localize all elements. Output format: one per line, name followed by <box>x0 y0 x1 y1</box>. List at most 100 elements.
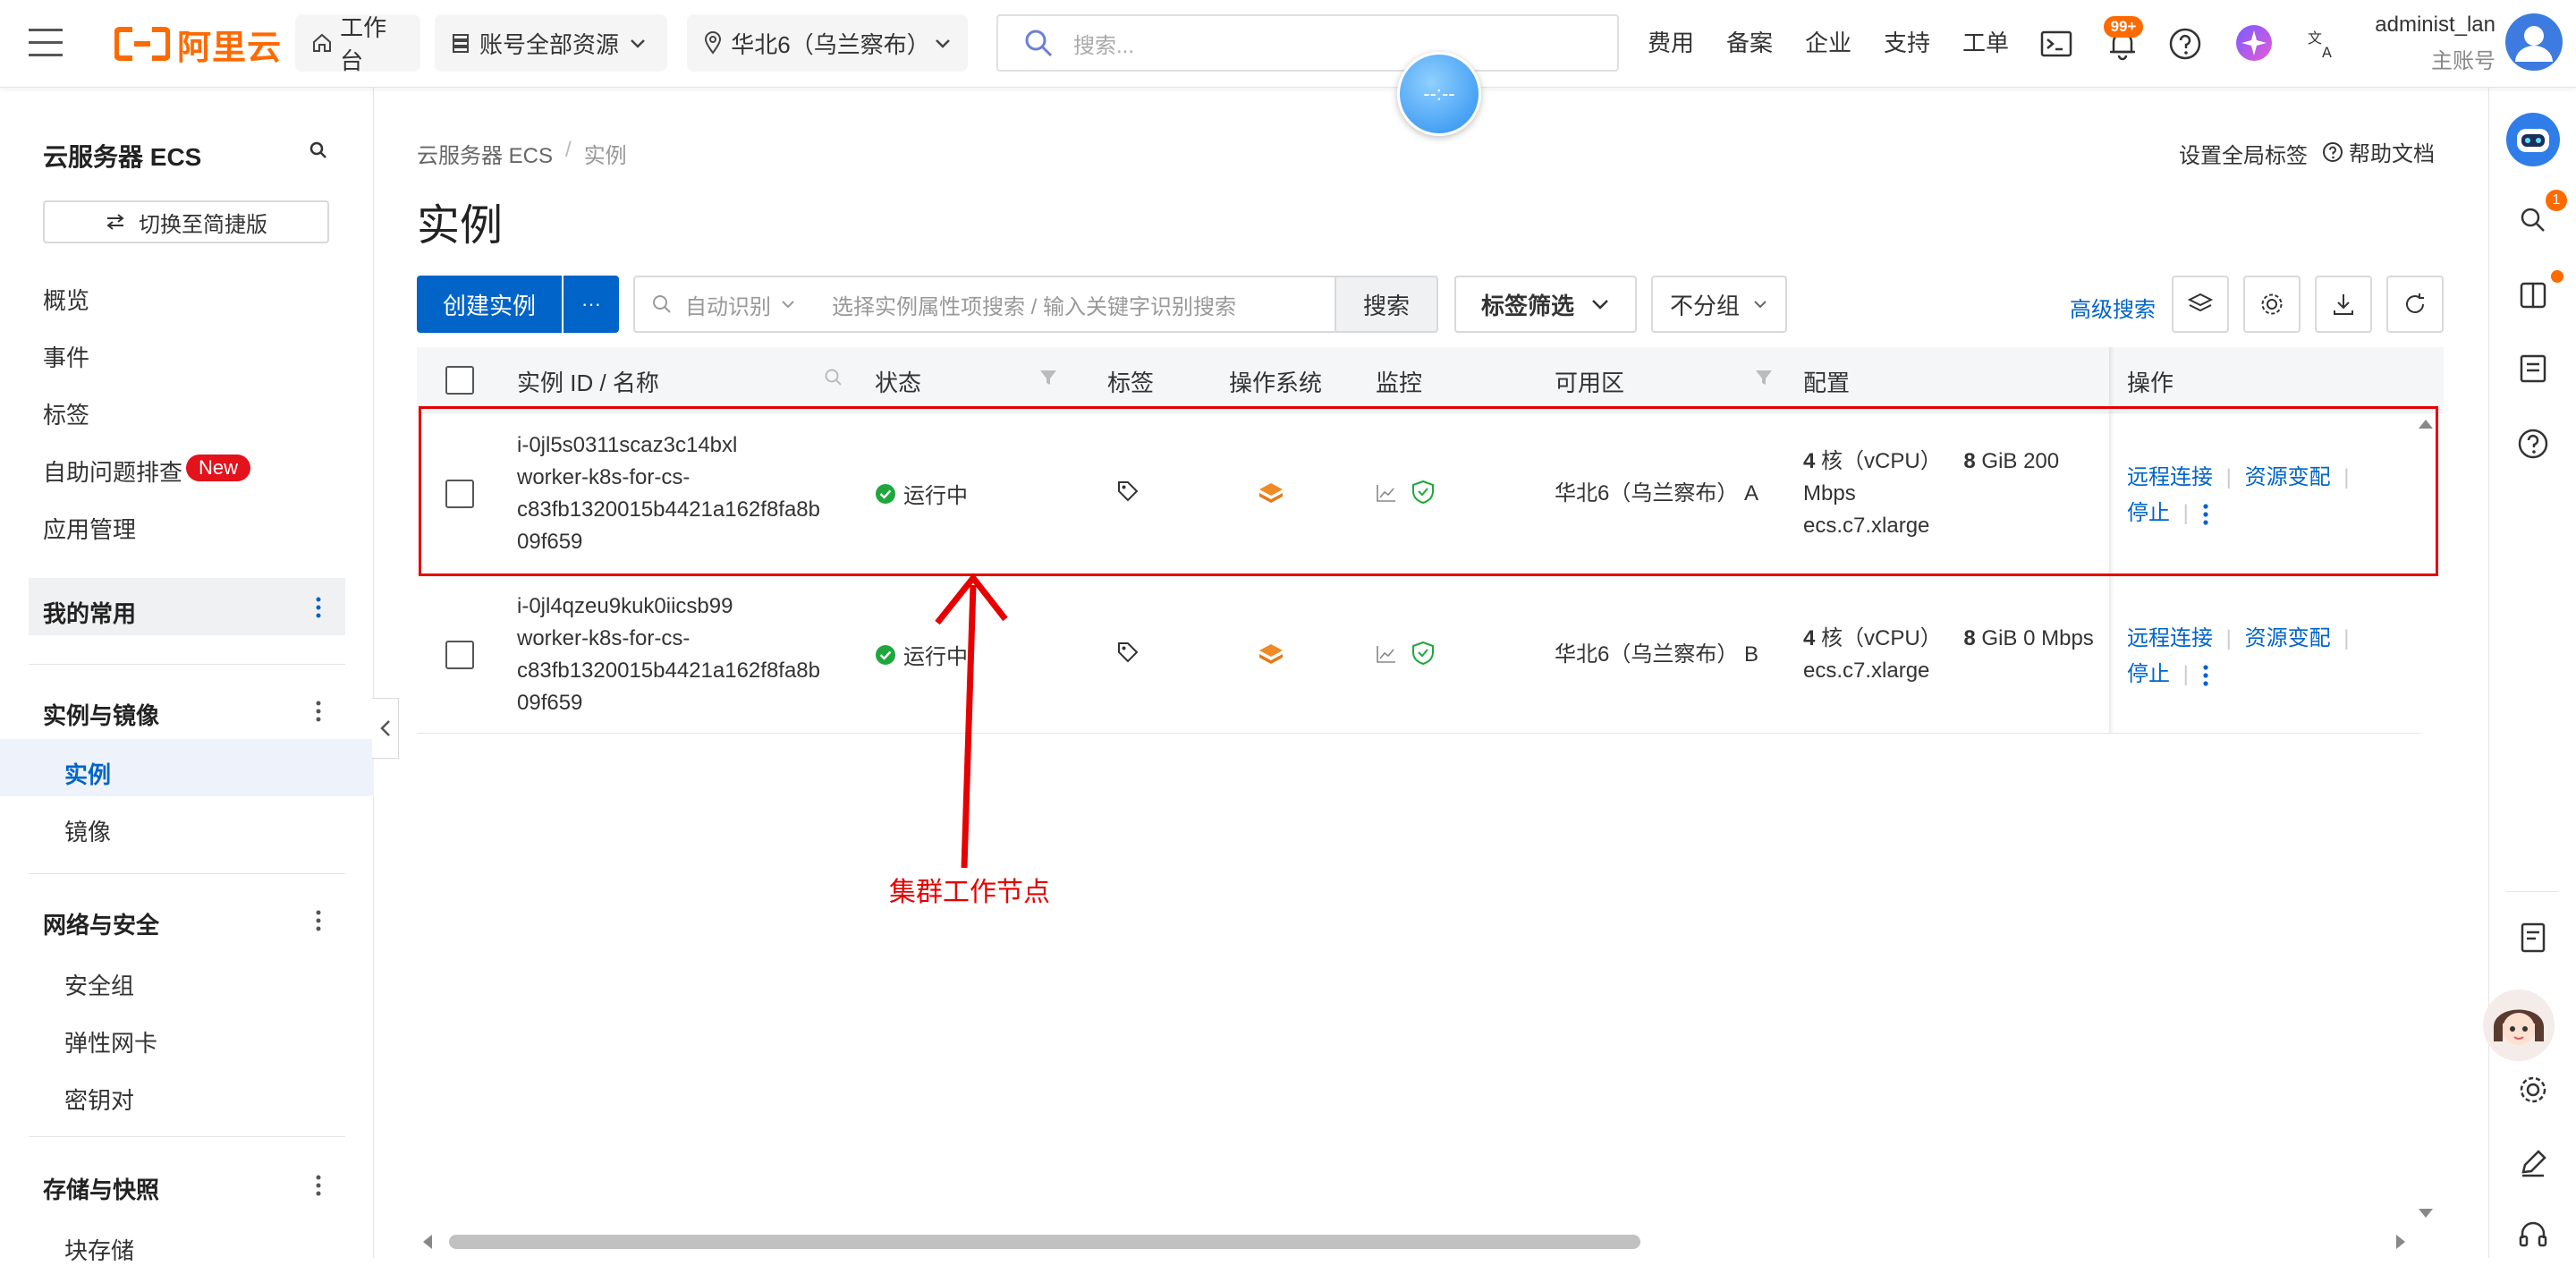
sidebar-item-tags[interactable]: 标签 <box>43 397 89 430</box>
group-by-label: 不分组 <box>1669 292 1740 319</box>
rail-book-dot <box>2551 270 2563 283</box>
sidebar-item-block-storage[interactable]: 块存储 <box>64 1233 134 1266</box>
help-doc-link[interactable]: 帮助文档 <box>2322 136 2435 167</box>
breadcrumb-instances: 实例 <box>583 144 627 168</box>
ai-robot-icon[interactable] <box>2504 111 2562 168</box>
settings-button[interactable] <box>2243 276 2301 333</box>
advanced-search-link[interactable]: 高级搜索 <box>2070 292 2156 323</box>
switch-simple-mode-label: 切换至简捷版 <box>139 212 267 237</box>
nav-link-ticket[interactable]: 工单 <box>1962 25 2009 58</box>
storage-snapshots-more-icon[interactable] <box>315 1174 322 1197</box>
sidebar-group-network-security[interactable]: 网络与安全 <box>43 907 159 940</box>
scroll-down-arrow-icon[interactable] <box>2417 1206 2435 1220</box>
rail-book-icon[interactable] <box>2515 277 2551 313</box>
instance-search-placeholder: 选择实例属性项搜索 / 输入关键字识别搜索 <box>832 294 1237 319</box>
aliyun-logo[interactable]: 阿里云 <box>114 21 282 67</box>
instance-id-link[interactable]: i-0jl4qzeu9kuk0iicsb99 <box>517 591 733 623</box>
col-header-zone: 可用区 <box>1555 370 1625 396</box>
terminal-icon[interactable] <box>2039 27 2073 61</box>
region-dropdown[interactable]: 华北6（乌兰察布） <box>687 14 968 72</box>
swap-icon <box>106 214 124 230</box>
layers-button[interactable] <box>2172 276 2229 333</box>
create-instance-button[interactable]: 创建实例 <box>417 276 562 333</box>
nav-link-support[interactable]: 支持 <box>1884 25 1930 58</box>
col-header-instance-id: 实例 ID / 名称 <box>517 370 659 396</box>
tag-filter-dropdown[interactable]: 标签筛选 <box>1454 276 1637 333</box>
download-button[interactable] <box>2315 276 2372 333</box>
group-by-dropdown[interactable]: 不分组 <box>1651 276 1787 333</box>
rail-edit-icon[interactable] <box>2515 1145 2551 1181</box>
create-instance-label: 创建实例 <box>442 292 536 319</box>
favorites-more-icon[interactable] <box>315 596 322 619</box>
col-header-actions: 操作 <box>2127 370 2174 396</box>
network-security-more-icon[interactable] <box>315 909 322 932</box>
scroll-left-arrow-icon[interactable] <box>420 1233 435 1251</box>
row-checkbox[interactable] <box>445 641 474 669</box>
horizontal-scrollbar-thumb[interactable] <box>449 1235 1640 1249</box>
rail-checklist-icon[interactable] <box>2515 351 2551 387</box>
floating-timer-badge[interactable]: --:-- <box>1397 52 1481 136</box>
aliyun-logo-mark-icon <box>114 27 170 61</box>
breadcrumb-separator: / <box>565 138 572 162</box>
monitor-chart-icon[interactable] <box>1376 644 1397 664</box>
sidebar-item-events[interactable]: 事件 <box>43 340 89 373</box>
sidebar-divider <box>29 873 345 874</box>
instance-search-input[interactable]: 自动识别 选择实例属性项搜索 / 输入关键字识别搜索 <box>633 276 1336 333</box>
notification-badge: 99+ <box>2104 16 2143 38</box>
instances-images-more-icon[interactable] <box>315 700 322 723</box>
workbench-button[interactable]: 工作台 <box>295 14 420 74</box>
sidebar-item-self-diagnosis[interactable]: 自助问题排查 <box>43 455 182 488</box>
sidebar-group-storage-snapshots[interactable]: 存储与快照 <box>43 1172 159 1205</box>
col-search-icon[interactable] <box>823 367 844 388</box>
memory-size: 8 <box>1963 626 1976 650</box>
sidebar-item-eni[interactable]: 弹性网卡 <box>64 1025 157 1058</box>
ai-assistant-icon[interactable] <box>2234 23 2274 63</box>
sidebar-group-instances-images[interactable]: 实例与镜像 <box>43 698 159 731</box>
instance-search-button[interactable]: 搜索 <box>1336 276 1438 333</box>
rail-help-icon[interactable] <box>2515 426 2551 462</box>
rail-settings-icon[interactable] <box>2515 1072 2551 1108</box>
sidebar-collapse-handle[interactable] <box>372 698 399 759</box>
sidebar-item-security-groups[interactable]: 安全组 <box>64 968 134 1001</box>
remote-connect-link[interactable]: 远程连接 <box>2127 626 2213 650</box>
sidebar-item-images[interactable]: 镜像 <box>64 814 111 847</box>
zone-filter-icon[interactable] <box>1753 367 1775 388</box>
sidebar-group-favorites[interactable]: 我的常用 <box>43 596 136 629</box>
user-avatar-icon[interactable] <box>2504 13 2563 72</box>
nav-link-enterprise[interactable]: 企业 <box>1805 25 1852 58</box>
storage-icon <box>453 34 469 53</box>
sidebar-search-icon[interactable] <box>308 140 329 161</box>
assistant-avatar-icon[interactable] <box>2481 988 2556 1063</box>
sidebar-item-instances[interactable]: 实例 <box>64 757 111 790</box>
nav-link-billing[interactable]: 费用 <box>1648 25 1694 58</box>
resize-link[interactable]: 资源变配 <box>2245 626 2331 650</box>
sidebar-item-key-pairs[interactable]: 密钥对 <box>64 1083 134 1116</box>
instance-spec-link[interactable]: ecs.c7.xlarge <box>1803 655 1929 687</box>
menu-icon[interactable] <box>27 25 64 61</box>
sidebar-item-app-management[interactable]: 应用管理 <box>43 512 136 545</box>
help-circle-icon[interactable] <box>2168 27 2202 61</box>
tag-icon[interactable] <box>1116 641 1140 664</box>
nav-link-icp[interactable]: 备案 <box>1726 25 1773 58</box>
language-icon[interactable]: 文A <box>2306 27 2340 61</box>
security-shield-icon[interactable] <box>1411 641 1435 666</box>
user-account[interactable]: administ_lan 主账号 <box>2361 13 2496 74</box>
auto-identify-label[interactable]: 自动识别 <box>685 289 771 320</box>
global-search-input[interactable]: 搜索... <box>996 14 1619 72</box>
sidebar-item-overview[interactable]: 概览 <box>43 283 89 316</box>
create-instance-more-button[interactable]: ··· <box>564 276 619 333</box>
rail-feedback-icon[interactable] <box>2515 920 2551 956</box>
rail-search-icon[interactable] <box>2515 202 2551 238</box>
stop-link[interactable]: 停止 <box>2127 662 2170 686</box>
more-actions-icon[interactable] <box>2202 664 2209 687</box>
instance-name-line-2: c83fb1320015b4421a162f8fa8b <box>517 658 820 683</box>
status-filter-icon[interactable] <box>1038 367 1059 388</box>
rail-headset-icon[interactable] <box>2515 1217 2551 1253</box>
scroll-right-arrow-icon[interactable] <box>2394 1233 2408 1251</box>
breadcrumb-ecs[interactable]: 云服务器 ECS <box>417 138 553 169</box>
resource-scope-dropdown[interactable]: 账号全部资源 <box>435 14 667 72</box>
switch-simple-mode-button[interactable]: 切换至简捷版 <box>43 200 329 243</box>
select-all-checkbox[interactable] <box>445 366 474 395</box>
refresh-button[interactable] <box>2386 276 2444 333</box>
global-tag-link[interactable]: 设置全局标签 <box>2179 138 2308 169</box>
